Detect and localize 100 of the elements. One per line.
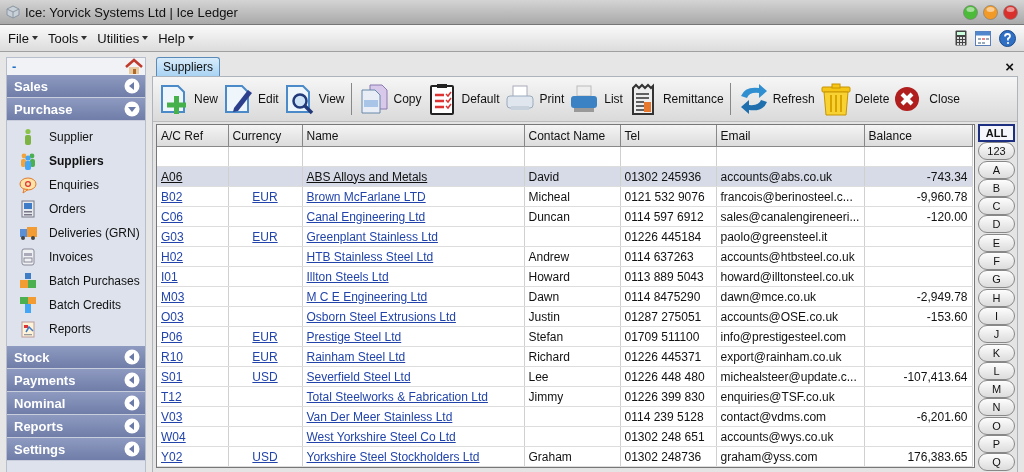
table-cell: dawn@mce.co.uk [720, 289, 817, 304]
chevron-left-icon [124, 372, 140, 388]
menu-item[interactable]: Help [158, 30, 194, 46]
home-icon[interactable] [125, 58, 143, 75]
table-link[interactable]: West Yorkshire Steel Co Ltd [306, 429, 456, 444]
letter-filter-button[interactable]: M [978, 380, 1015, 399]
table-link[interactable]: P06 [161, 329, 183, 344]
table-link[interactable]: EUR [252, 329, 278, 344]
caret-icon [142, 36, 149, 40]
table-cell: accounts@wys.co.uk [720, 429, 834, 444]
calculator-icon[interactable] [955, 30, 967, 46]
letter-filter-button[interactable]: A [978, 160, 1015, 179]
table-link[interactable]: Total Steelworks & Fabrication Ltd [306, 389, 488, 404]
table-link[interactable]: C06 [161, 209, 183, 224]
toolbar-button[interactable]: New [156, 80, 220, 118]
letter-filter-button[interactable]: L [978, 361, 1015, 380]
toolbar-button[interactable]: Edit [220, 80, 281, 118]
table-link[interactable]: R10 [161, 349, 183, 364]
sidebar-item[interactable]: Batch Purchases [7, 269, 145, 293]
table-link[interactable]: M C E Engineering Ltd [306, 289, 428, 304]
toolbar-button[interactable]: Default [423, 80, 502, 118]
table-link[interactable]: HTB Stainless Steel Ltd [306, 249, 434, 264]
toolbar-button[interactable]: Delete [816, 80, 892, 118]
table-link[interactable]: S01 [161, 369, 183, 384]
sidebar-item[interactable]: Batch Credits [7, 293, 145, 317]
people-icon [19, 152, 37, 170]
table-link[interactable]: Yorkshire Steel Stockholders Ltd [306, 449, 480, 464]
toolbar-button[interactable]: Refresh [734, 80, 817, 118]
toolbar-button[interactable]: Copy [355, 80, 424, 118]
sidebar-item[interactable]: Orders [7, 197, 145, 221]
letter-filter-button[interactable]: F [978, 252, 1015, 271]
sidebar-item[interactable]: Deliveries (GRN) [7, 221, 145, 245]
table-link[interactable]: T12 [161, 389, 182, 404]
column-header[interactable]: Name [302, 125, 524, 147]
table-link[interactable]: Brown McFarlane LTD [306, 189, 426, 204]
toolbar-button[interactable]: Print [501, 80, 567, 118]
letter-filter-button[interactable]: I [978, 306, 1015, 325]
menu-item[interactable]: Utilities [97, 30, 149, 46]
toolbar-button[interactable]: Close [891, 80, 963, 118]
table-link[interactable]: B02 [161, 189, 183, 204]
column-header[interactable]: Email [716, 125, 864, 147]
table-link[interactable]: EUR [252, 349, 278, 364]
toolbar-button[interactable]: View [280, 80, 347, 118]
maximize-button[interactable] [983, 4, 998, 20]
table-link[interactable]: Canal Engineering Ltd [306, 209, 426, 224]
table-link[interactable]: Illton Steels Ltd [306, 269, 389, 284]
table-link[interactable]: V03 [161, 409, 183, 424]
table-link[interactable]: EUR [252, 189, 278, 204]
toolbar-button[interactable]: List [566, 80, 625, 118]
letter-filter-button[interactable]: P [978, 435, 1015, 454]
menu-item[interactable]: Tools [47, 30, 88, 46]
column-header[interactable]: Balance [864, 125, 972, 147]
letter-filter-button[interactable]: E [978, 233, 1015, 252]
table-link[interactable]: Severfield Steel Ltd [306, 369, 411, 384]
collapse-button[interactable]: - [12, 59, 17, 74]
sidebar-item[interactable]: Invoices [7, 245, 145, 269]
toolbar-button[interactable]: Remittance [624, 80, 726, 118]
sidebar-item[interactable]: Supplier [7, 125, 145, 149]
table-link[interactable]: M03 [161, 289, 185, 304]
table-link[interactable]: USD [252, 449, 278, 464]
letter-filter-button[interactable]: Q [978, 453, 1015, 472]
letter-filter-button[interactable]: G [978, 270, 1015, 289]
table-link[interactable]: Prestige Steel Ltd [306, 329, 402, 344]
column-header[interactable]: Currency [228, 125, 302, 147]
table-link[interactable]: O03 [161, 309, 184, 324]
table-link[interactable]: G03 [161, 229, 184, 244]
close-button[interactable] [1003, 4, 1018, 20]
sidebar-item[interactable]: Reports [7, 317, 145, 341]
column-header[interactable]: A/C Ref [157, 125, 228, 147]
letter-filter-button[interactable]: D [978, 215, 1015, 234]
menu-item[interactable]: File [8, 30, 38, 46]
sidebar-item[interactable]: Enquiries [7, 173, 145, 197]
table-link[interactable]: Rainham Steel Ltd [306, 349, 406, 364]
letter-filter-button[interactable]: K [978, 343, 1015, 362]
table-cell: 01226 445371 [624, 349, 702, 364]
table-link[interactable]: Y02 [161, 449, 183, 464]
table-link[interactable]: Van Der Meer Stainless Ltd [306, 409, 453, 424]
letter-filter-button[interactable]: N [978, 398, 1015, 417]
table-link[interactable]: W04 [161, 429, 186, 444]
close-tab-button[interactable]: × [1005, 59, 1018, 75]
table-link[interactable]: Osborn Steel Extrusions Ltd [306, 309, 456, 324]
letter-filter-button[interactable]: H [978, 288, 1015, 307]
letter-filter-button[interactable]: ALL [978, 124, 1015, 142]
tab[interactable]: Suppliers [156, 57, 221, 76]
help-icon[interactable] [999, 29, 1016, 47]
column-header[interactable]: Tel [620, 125, 716, 147]
letter-filter-button[interactable]: J [978, 325, 1015, 344]
letter-filter-button[interactable]: O [978, 416, 1015, 435]
column-header[interactable]: Contact Name [524, 125, 620, 147]
sidebar-item[interactable]: Suppliers [7, 149, 145, 173]
letter-filter-button[interactable]: 123 [978, 142, 1015, 161]
table-link[interactable]: EUR [252, 229, 278, 244]
letter-filter-button[interactable]: B [978, 178, 1015, 197]
table-link[interactable]: I01 [161, 269, 178, 284]
table-link[interactable]: Greenplant Stainless Ltd [306, 229, 438, 244]
table-link[interactable]: H02 [161, 249, 183, 264]
letter-filter-button[interactable]: C [978, 197, 1015, 216]
table-cell: -120.00 [926, 209, 968, 224]
table-link[interactable]: USD [252, 369, 278, 384]
calendar-icon[interactable] [975, 30, 991, 46]
